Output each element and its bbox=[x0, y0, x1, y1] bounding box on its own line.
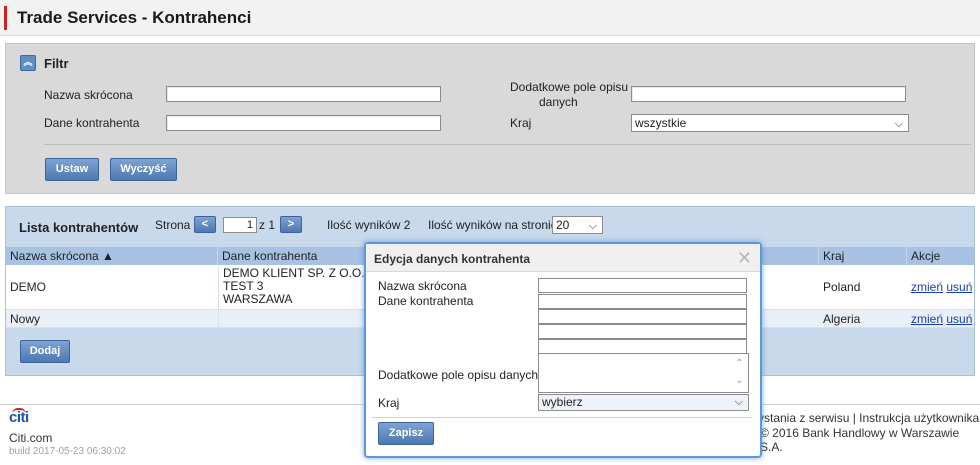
set-filter-button[interactable]: Ustaw bbox=[45, 158, 99, 181]
column-header-country[interactable]: Kraj bbox=[819, 247, 907, 265]
edit-link[interactable]: zmień bbox=[911, 280, 943, 294]
page-count: z 1 bbox=[259, 218, 276, 232]
country-select[interactable]: wybierz ⌵ bbox=[538, 394, 749, 411]
citi-com-link[interactable]: Citi.com bbox=[9, 431, 52, 445]
chevron-down-icon: ⌵ bbox=[894, 118, 903, 130]
dialog-body: Nazwa skrócona Dane kontrahenta Dodatkow… bbox=[372, 274, 754, 414]
cell-short-name: Nowy bbox=[10, 312, 41, 326]
counterparty-label: Dane kontrahenta bbox=[44, 116, 140, 130]
chevron-down-icon: ⌵ bbox=[588, 220, 597, 232]
counterparty-line4-input[interactable] bbox=[538, 339, 747, 354]
dialog-header: Edycja danych kontrahenta ✕ bbox=[366, 244, 760, 272]
filter-panel: ︽ Filtr Nazwa skrócona Dodatkowe pole op… bbox=[5, 43, 975, 194]
scroll-down-icon[interactable]: ⌄ bbox=[732, 372, 747, 389]
cell-actions: zmień usuń bbox=[907, 312, 972, 326]
country-filter-value: wszystkie bbox=[635, 116, 687, 130]
dialog-divider bbox=[372, 417, 752, 418]
prev-page-button[interactable]: < bbox=[194, 216, 216, 233]
column-header-actions: Akcje bbox=[911, 249, 941, 263]
scroll-up-icon[interactable]: ⌃ bbox=[732, 355, 747, 372]
country-filter-select[interactable]: wszystkie ⌵ bbox=[631, 114, 909, 132]
extra-field-label-line1: Dodatkowe pole opisu bbox=[510, 80, 629, 94]
short-name-filter-input[interactable] bbox=[166, 86, 441, 102]
counterparty-line3-input[interactable] bbox=[538, 324, 747, 339]
country-label: Kraj bbox=[378, 396, 400, 410]
per-page-select[interactable]: 20 ⌵ bbox=[552, 216, 603, 234]
cell-counterparty: DEMO KLIENT SP. Z O.O. TEST 3 WARSZAWA bbox=[218, 267, 365, 310]
short-name-label: Nazwa skrócona bbox=[44, 88, 133, 102]
citi-logo[interactable]: citi bbox=[9, 409, 29, 426]
short-name-input[interactable] bbox=[538, 278, 747, 293]
short-name-label: Nazwa skrócona bbox=[378, 279, 467, 293]
extra-field-filter-input[interactable] bbox=[631, 86, 906, 102]
save-button[interactable]: Zapisz bbox=[378, 422, 434, 445]
chevron-down-icon: ⌵ bbox=[734, 396, 743, 408]
extra-field-textarea[interactable]: ⌃ ⌄ bbox=[538, 353, 749, 393]
page-title: Trade Services - Kontrahenci bbox=[17, 8, 252, 27]
counterparty-line1-input[interactable] bbox=[538, 294, 747, 309]
current-page-input[interactable]: 1 bbox=[223, 217, 257, 233]
close-icon[interactable]: ✕ bbox=[737, 248, 752, 269]
column-header-short-name[interactable]: Nazwa skrócona ▲ bbox=[6, 247, 218, 265]
cell-counterparty bbox=[218, 310, 223, 328]
page-label: Strona bbox=[155, 218, 191, 232]
build-info: build 2017-05-23 06:30:02 bbox=[9, 446, 126, 457]
delete-link[interactable]: usuń bbox=[946, 280, 972, 294]
per-page-value: 20 bbox=[556, 218, 570, 232]
per-page-label: Ilość wyników na stronie bbox=[428, 218, 558, 232]
page-header: Trade Services - Kontrahenci bbox=[0, 0, 980, 36]
country-label: Kraj bbox=[510, 116, 532, 130]
cell-short-name: DEMO bbox=[10, 280, 46, 294]
list-title: Lista kontrahentów bbox=[19, 220, 139, 235]
next-page-button[interactable]: > bbox=[280, 216, 302, 233]
result-count: Ilość wyników 2 bbox=[327, 218, 411, 232]
copyright: © 2016 Bank Handlowy w Warszawie S.A. bbox=[760, 426, 960, 454]
filter-divider bbox=[44, 144, 971, 145]
edit-link[interactable]: zmień bbox=[911, 312, 943, 326]
delete-link[interactable]: usuń bbox=[946, 312, 972, 326]
filter-title: Filtr bbox=[44, 56, 69, 71]
cell-actions: zmień usuń bbox=[907, 280, 972, 294]
cell-country: Poland bbox=[823, 280, 861, 294]
counterparty-line2-input[interactable] bbox=[538, 309, 747, 324]
clear-filter-button[interactable]: Wyczyść bbox=[110, 158, 177, 181]
dialog-title: Edycja danych kontrahenta bbox=[374, 252, 531, 266]
header-accent-bar bbox=[4, 6, 7, 30]
extra-field-label: Dodatkowe pole opisu danych bbox=[378, 368, 539, 382]
edit-counterparty-dialog: Edycja danych kontrahenta ✕ Nazwa skróco… bbox=[364, 242, 762, 458]
counterparty-filter-input[interactable] bbox=[166, 115, 441, 131]
textarea-scrollbar[interactable]: ⌃ ⌄ bbox=[732, 355, 747, 391]
footer-links[interactable]: ystania z serwisu | Instrukcja użytkowni… bbox=[758, 411, 979, 425]
counterparty-label: Dane kontrahenta bbox=[378, 294, 474, 308]
cell-country: Algeria bbox=[823, 312, 861, 326]
country-select-value: wybierz bbox=[542, 395, 583, 409]
add-button[interactable]: Dodaj bbox=[20, 340, 70, 363]
counterparty-line: WARSZAWA bbox=[223, 292, 293, 306]
collapse-filter-icon[interactable]: ︽ bbox=[20, 55, 36, 71]
extra-field-label-line2: danych bbox=[539, 95, 578, 109]
